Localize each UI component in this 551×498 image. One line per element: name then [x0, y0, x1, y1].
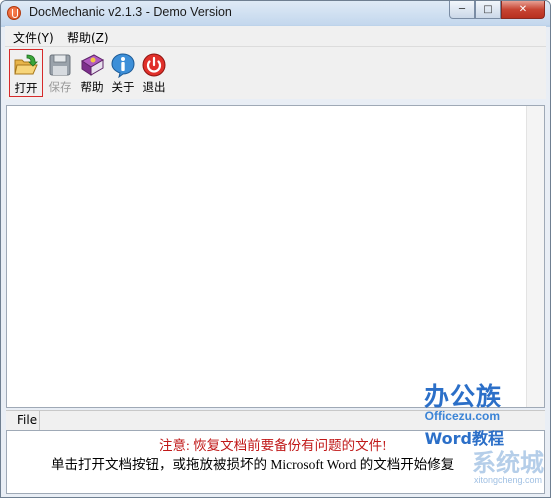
about-button-label: 关于 — [111, 80, 135, 94]
vertical-scrollbar[interactable] — [526, 106, 544, 407]
close-button[interactable]: ✕ — [501, 1, 545, 19]
open-button-label: 打开 — [14, 81, 38, 95]
document-drop-area[interactable] — [6, 105, 545, 408]
instruction-text: 单击打开文档按钮，或拖放被损坏的 Microsoft Word 的文档开始修复 — [51, 457, 455, 472]
minimize-button[interactable]: ─ — [449, 1, 475, 19]
save-button-label: 保存 — [48, 80, 72, 94]
open-button[interactable]: 打开 — [9, 49, 43, 97]
app-window: DocMechanic v2.1.3 - Demo Version ─ □ ✕ … — [0, 0, 551, 498]
help-book-icon — [79, 52, 105, 78]
exit-button-label: 退出 — [142, 80, 166, 94]
maximize-button[interactable]: □ — [475, 1, 501, 19]
save-button[interactable]: 保存 — [43, 49, 77, 97]
backup-notice: 注意: 恢复文档前要备份有问题的文件! — [159, 438, 387, 453]
help-button[interactable]: 帮助 — [75, 49, 109, 97]
open-folder-icon — [13, 53, 39, 79]
menu-help[interactable]: 帮助(Z) — [67, 29, 109, 46]
status-log: 注意: 恢复文档前要备份有问题的文件! 单击打开文档按钮，或拖放被损坏的 Mic… — [6, 430, 545, 494]
save-disk-icon — [47, 52, 73, 78]
exit-button[interactable]: 退出 — [137, 49, 171, 97]
menu-file[interactable]: 文件(Y) — [13, 29, 54, 46]
app-logo-icon[interactable] — [7, 6, 21, 20]
toolbar: 打开 保存 帮助 关于 退出 — [5, 47, 546, 99]
caption-buttons: ─ □ ✕ — [449, 1, 545, 20]
title-bar[interactable]: DocMechanic v2.1.3 - Demo Version ─ □ ✕ — [1, 1, 550, 25]
about-button[interactable]: 关于 — [106, 49, 140, 97]
close-icon: ✕ — [518, 4, 528, 15]
power-exit-icon — [141, 52, 167, 78]
bottom-tab-bar: File — [6, 410, 545, 431]
info-icon — [110, 52, 136, 79]
minimize-icon: ─ — [458, 4, 466, 15]
menu-bar: 文件(Y) 帮助(Z) — [5, 26, 546, 47]
help-button-label: 帮助 — [80, 80, 104, 94]
maximize-icon: □ — [483, 4, 493, 15]
tab-file[interactable]: File — [6, 411, 40, 430]
window-title: DocMechanic v2.1.3 - Demo Version — [29, 5, 232, 19]
